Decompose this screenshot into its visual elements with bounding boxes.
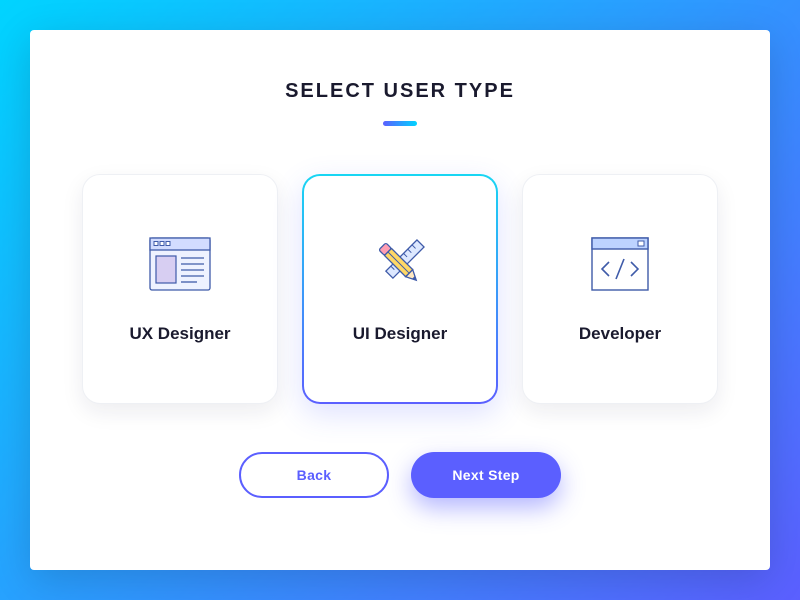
page-title: SELECT USER TYPE — [285, 80, 515, 103]
option-developer[interactable]: Developer — [522, 174, 718, 404]
option-label: UX Designer — [129, 324, 230, 344]
option-cards: UX Designer — [82, 174, 718, 404]
pencil-ruler-icon — [365, 234, 435, 294]
code-window-icon — [585, 234, 655, 294]
option-label: UI Designer — [353, 324, 447, 344]
wireframe-icon — [145, 234, 215, 294]
option-label: Developer — [579, 324, 661, 344]
title-underline — [383, 121, 417, 126]
user-type-panel: SELECT USER TYPE UX Designer — [30, 30, 770, 570]
next-step-button[interactable]: Next Step — [411, 452, 561, 498]
option-ux-designer[interactable]: UX Designer — [82, 174, 278, 404]
option-ui-designer[interactable]: UI Designer — [302, 174, 498, 404]
back-button[interactable]: Back — [239, 452, 389, 498]
button-row: Back Next Step — [239, 452, 561, 498]
